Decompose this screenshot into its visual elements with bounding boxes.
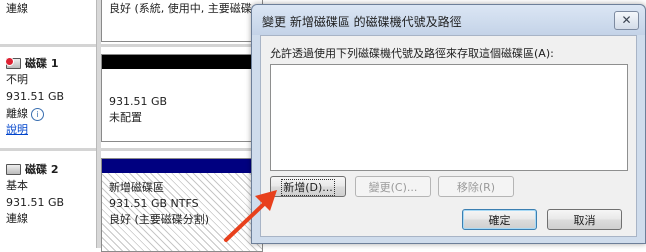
disk1-status: 離線 <box>6 107 28 120</box>
disk1-type: 不明 <box>6 73 28 86</box>
disk1-partition-state: 未配置 <box>109 111 142 124</box>
unallocated-header-bar <box>102 55 262 69</box>
disk-offline-icon <box>5 57 21 69</box>
disk1-partition-size: 931.51 GB <box>109 95 168 108</box>
disk2-partition-state: 良好 (主要磁碟分割) <box>109 213 210 226</box>
top-disk-partition[interactable]: 良好 (系統, 使用中, 主要磁碟 <box>101 0 263 42</box>
change-drive-letter-dialog: 變更 新增磁碟區 的磁碟機代號及路徑 ✕ 允許透過使用下列磁碟機代號及路徑來存取… <box>251 4 646 244</box>
cancel-button-label: 取消 <box>573 214 596 227</box>
primary-partition-header-bar <box>102 159 262 173</box>
remove-button[interactable]: 移除(R) <box>438 176 514 197</box>
ok-button[interactable]: 確定 <box>462 209 537 230</box>
disk1-name: 磁碟 1 <box>25 57 59 70</box>
disk2-partition-size: 931.51 GB NTFS <box>109 197 199 210</box>
disk1-help-row: 說明 <box>6 122 28 137</box>
dialog-title: 變更 新增磁碟區 的磁碟機代號及路徑 <box>262 15 462 29</box>
disk-icon <box>6 164 21 175</box>
column-divider[interactable] <box>96 0 101 248</box>
help-link[interactable]: 說明 <box>6 123 28 136</box>
cancel-button[interactable]: 取消 <box>547 209 622 230</box>
disk1-size: 931.51 GB <box>6 90 65 103</box>
drive-path-list[interactable] <box>270 64 628 171</box>
disk2-status: 連線 <box>6 212 28 225</box>
info-icon: i <box>31 107 44 121</box>
disk2-name: 磁碟 2 <box>25 163 59 176</box>
top-disk-status: 連線 <box>6 2 28 15</box>
disk2-partition-name: 新增磁碟區 <box>109 181 164 194</box>
remove-button-label: 移除(R) <box>456 181 496 194</box>
disk2-title[interactable]: 磁碟 2 <box>6 162 58 177</box>
add-button-label: 新增(D)... <box>281 179 335 196</box>
dialog-titlebar[interactable]: 變更 新增磁碟區 的磁碟機代號及路徑 ✕ <box>252 5 645 35</box>
close-icon: ✕ <box>621 13 632 27</box>
instruction-label: 允許透過使用下列磁碟機代號及路徑來存取這個磁碟區(A): <box>270 47 554 60</box>
disk2-partition[interactable]: 新增磁碟區 931.51 GB NTFS 良好 (主要磁碟分割) <box>101 158 263 252</box>
disk1-status-row: 離線 i <box>6 106 44 121</box>
dialog-body: 允許透過使用下列磁碟機代號及路徑來存取這個磁碟區(A): 新增(D)... 變更… <box>260 35 637 237</box>
disk1-partition[interactable]: 931.51 GB 未配置 <box>101 54 263 142</box>
disk2-type: 基本 <box>6 179 28 192</box>
add-button[interactable]: 新增(D)... <box>270 176 346 197</box>
disk1-title[interactable]: 磁碟 1 <box>5 56 59 71</box>
top-partition-status: 良好 (系統, 使用中, 主要磁碟 <box>109 2 252 15</box>
close-button[interactable]: ✕ <box>614 11 639 30</box>
ok-button-label: 確定 <box>488 214 511 227</box>
change-button-label: 變更(C)... <box>368 181 418 194</box>
disk2-size: 931.51 GB <box>6 196 65 209</box>
change-button[interactable]: 變更(C)... <box>355 176 431 197</box>
